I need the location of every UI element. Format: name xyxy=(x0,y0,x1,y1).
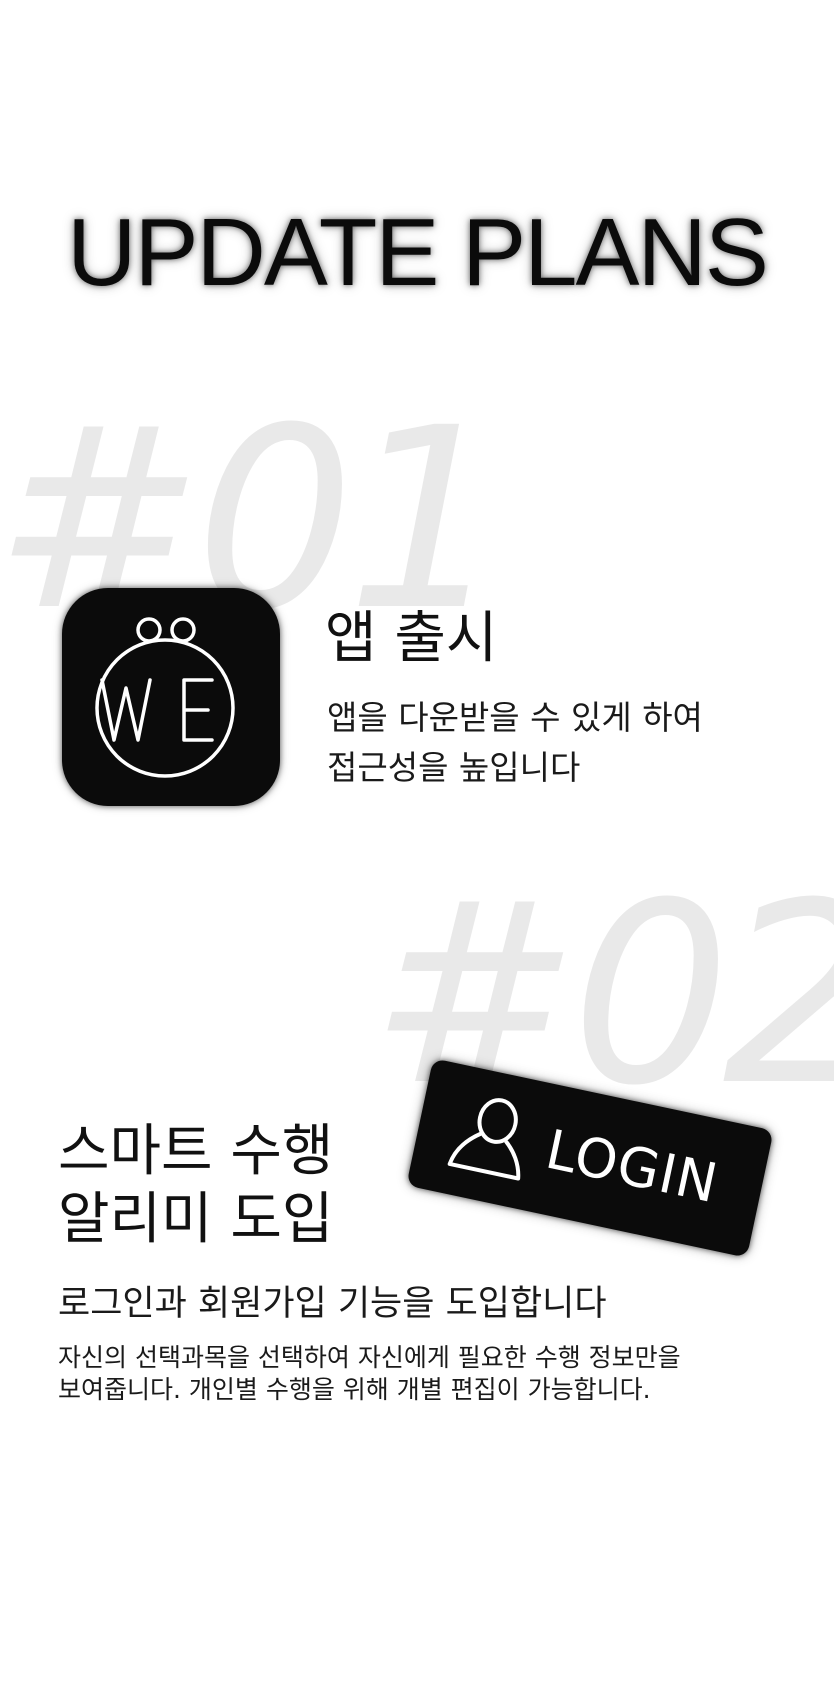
login-label: LOGIN xyxy=(540,1117,724,1216)
feature1-description-line: 앱을 다운받을 수 있게 하여 xyxy=(327,698,703,737)
we-app-icon xyxy=(62,588,280,806)
feature2-description-line: 자신의 선택과목을 선택하여 자신에게 필요한 수행 정보만을 xyxy=(58,1343,681,1372)
feature2-description-line: 보여줍니다. 개인별 수행을 위해 개별 편집이 가능합니다. xyxy=(58,1375,651,1404)
feature1-description: 앱을 다운받을 수 있게 하여 접근성을 높입니다 xyxy=(327,693,703,793)
feature2-subtitle: 로그인과 회원가입 기능을 도입합니다 xyxy=(58,1284,607,1324)
user-icon xyxy=(447,1098,521,1181)
feature1-description-line: 접근성을 높입니다 xyxy=(327,748,581,787)
page-title: UPDATE PLANS xyxy=(67,199,769,306)
feature2-title-line: 스마트 수행 xyxy=(58,1119,334,1184)
feature2-title-line: 알리미 도입 xyxy=(58,1187,334,1252)
feature2-title: 스마트 수행 알리미 도입 xyxy=(58,1118,333,1254)
feature2-description: 자신의 선택과목을 선택하여 자신에게 필요한 수행 정보만을 보여줍니다. 개… xyxy=(58,1342,681,1406)
feature1-title: 앱 출시 xyxy=(325,606,498,671)
we-logo-icon xyxy=(95,617,235,778)
